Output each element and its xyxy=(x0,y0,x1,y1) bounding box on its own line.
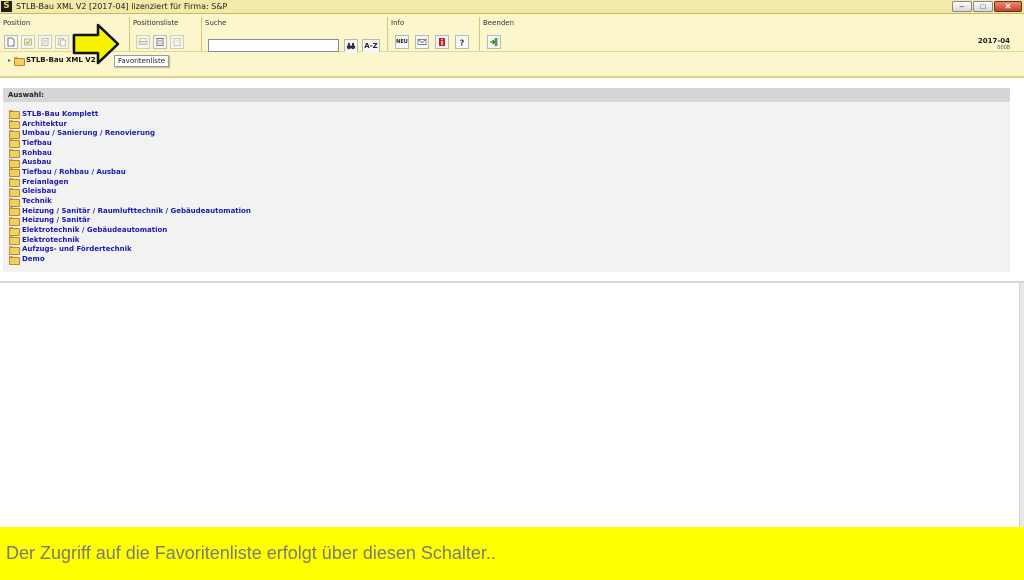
auswahl-item-label: Elektrotechnik xyxy=(22,235,80,244)
auswahl-item[interactable]: Tiefbau / Rohbau / Ausbau xyxy=(3,167,1010,178)
auswahl-item-label: Architektur xyxy=(22,119,67,128)
help-icon[interactable]: ? xyxy=(455,35,469,49)
auswahl-item[interactable]: Gleisbau xyxy=(3,187,1010,197)
import-list-icon[interactable] xyxy=(170,35,184,49)
positionsliste-tools xyxy=(136,35,184,49)
group-label-suche: Suche xyxy=(205,19,227,27)
version-build: 0008 xyxy=(997,45,1010,51)
ribbon-toolbar: Position Positionsliste Suche A-Z Info N… xyxy=(0,14,1024,53)
version-label: 2017-04 xyxy=(977,37,1010,45)
folder-icon xyxy=(9,139,20,149)
group-label-position: Position xyxy=(3,19,31,27)
info-icon[interactable] xyxy=(435,35,449,49)
folder-icon xyxy=(9,216,20,226)
copy-document-icon[interactable] xyxy=(55,35,69,49)
search-input[interactable] xyxy=(208,39,339,52)
auswahl-list: STLB-Bau Komplett Architektur Umbau / Sani… xyxy=(3,102,1010,265)
folder-icon xyxy=(9,255,20,265)
folder-icon xyxy=(14,56,26,66)
auswahl-item[interactable]: Architektur xyxy=(3,119,1010,130)
group-beenden: Beenden 2017-04 0008 xyxy=(480,17,1024,51)
folder-icon xyxy=(9,187,20,197)
auswahl-item-label: Aufzugs- und Fördertechnik xyxy=(22,245,132,254)
group-info: Info NEU ? xyxy=(388,17,480,51)
pointer-arrow-icon xyxy=(72,23,120,65)
title-bar: S STLB-Bau XML V2 [2017-04] lizenziert f… xyxy=(0,0,1024,14)
folder-icon xyxy=(9,245,20,255)
auswahl-item-label: Ausbau xyxy=(22,158,52,167)
folder-icon xyxy=(9,120,20,130)
folder-icon xyxy=(9,129,20,139)
beenden-tools xyxy=(487,35,501,49)
auswahl-item[interactable]: Heizung / Sanitär xyxy=(3,216,1010,226)
auswahl-item-label: Technik xyxy=(22,197,52,206)
window-controls: – □ ✕ xyxy=(952,1,1022,12)
app-logo-icon: S xyxy=(1,1,12,12)
new-document-icon[interactable] xyxy=(4,35,18,49)
binoculars-icon[interactable] xyxy=(344,39,358,53)
auswahl-item[interactable]: Technik xyxy=(3,196,1010,207)
auswahl-item[interactable]: Aufzugs- und Fördertechnik xyxy=(3,245,1010,255)
auswahl-item-label: STLB-Bau Komplett xyxy=(22,109,99,118)
info-tools: NEU ? xyxy=(395,35,469,49)
auswahl-item[interactable]: Demo xyxy=(3,254,1010,265)
auswahl-panel: Auswahl: STLB-Bau Komplett Architektur Umb… xyxy=(3,88,1010,272)
auswahl-item[interactable]: Elektrotechnik xyxy=(3,235,1010,246)
folder-icon xyxy=(9,226,20,236)
folder-icon xyxy=(9,236,20,246)
folder-icon xyxy=(9,168,20,178)
auswahl-item-label: Heizung / Sanitär xyxy=(22,216,91,225)
expand-caret-icon[interactable]: ▸ xyxy=(8,57,11,64)
auswahl-item-label: Heizung / Sanitär / Raumlufttechnik / Ge… xyxy=(22,206,251,215)
window-title: STLB-Bau XML V2 [2017-04] lizenziert für… xyxy=(16,2,228,11)
maximize-button[interactable]: □ xyxy=(973,1,993,12)
auswahl-item-label: Rohbau xyxy=(22,148,52,157)
print-icon[interactable] xyxy=(136,35,150,49)
auswahl-item[interactable]: Tiefbau xyxy=(3,138,1010,149)
folder-icon xyxy=(9,110,20,120)
auswahl-item-label: Freianlagen xyxy=(22,177,69,186)
edit-document-icon[interactable] xyxy=(21,35,35,49)
exit-icon[interactable] xyxy=(487,35,501,49)
tooltip-favoritenliste: Favoritenliste xyxy=(114,55,169,67)
auswahl-item-label: Tiefbau / Rohbau / Ausbau xyxy=(22,167,126,176)
group-label-positionsliste: Positionsliste xyxy=(133,19,179,27)
svg-text:?: ? xyxy=(460,38,465,47)
minimize-button[interactable]: – xyxy=(952,1,972,12)
folder-icon xyxy=(9,207,20,217)
folder-icon xyxy=(9,149,20,159)
auswahl-item-label: Gleisbau xyxy=(22,187,57,196)
auswahl-item-label: Elektrotechnik / Gebäudeautomation xyxy=(22,226,168,235)
list-document-icon[interactable] xyxy=(38,35,52,49)
group-label-beenden: Beenden xyxy=(483,19,515,27)
auswahl-item[interactable]: Elektrotechnik / Gebäudeautomation xyxy=(3,225,1010,236)
a-z-index-button[interactable]: A-Z xyxy=(362,39,380,53)
group-label-info: Info xyxy=(391,19,405,27)
scrollbar[interactable] xyxy=(1019,283,1024,527)
auswahl-item[interactable]: Heizung / Sanitär / Raumlufttechnik / Ge… xyxy=(3,206,1010,217)
auswahl-header: Auswahl: xyxy=(3,88,1010,102)
folder-icon xyxy=(9,197,20,207)
auswahl-item[interactable]: Freianlagen xyxy=(3,177,1010,188)
auswahl-item[interactable]: Umbau / Sanierung / Renovierung xyxy=(3,128,1010,139)
auswahl-item[interactable]: STLB-Bau Komplett xyxy=(3,109,1010,120)
tutorial-caption: Der Zugriff auf die Favoritenliste erfol… xyxy=(0,527,1024,580)
folder-icon xyxy=(9,178,20,188)
auswahl-item-label: Umbau / Sanierung / Renovierung xyxy=(22,129,155,138)
auswahl-item-label: Demo xyxy=(22,255,45,264)
version-info: 2017-04 0008 xyxy=(978,37,1010,51)
auswahl-item[interactable]: Ausbau xyxy=(3,157,1010,168)
auswahl-item-label: Tiefbau xyxy=(22,138,52,147)
mail-icon[interactable] xyxy=(415,35,429,49)
content-divider xyxy=(0,281,1024,283)
export-list-icon[interactable] xyxy=(153,35,167,49)
folder-icon xyxy=(9,158,20,168)
new-button[interactable]: NEU xyxy=(395,35,409,49)
auswahl-item[interactable]: Rohbau xyxy=(3,148,1010,159)
group-positionsliste: Positionsliste xyxy=(130,17,202,51)
close-button[interactable]: ✕ xyxy=(994,1,1022,12)
group-suche: Suche A-Z xyxy=(202,17,388,53)
